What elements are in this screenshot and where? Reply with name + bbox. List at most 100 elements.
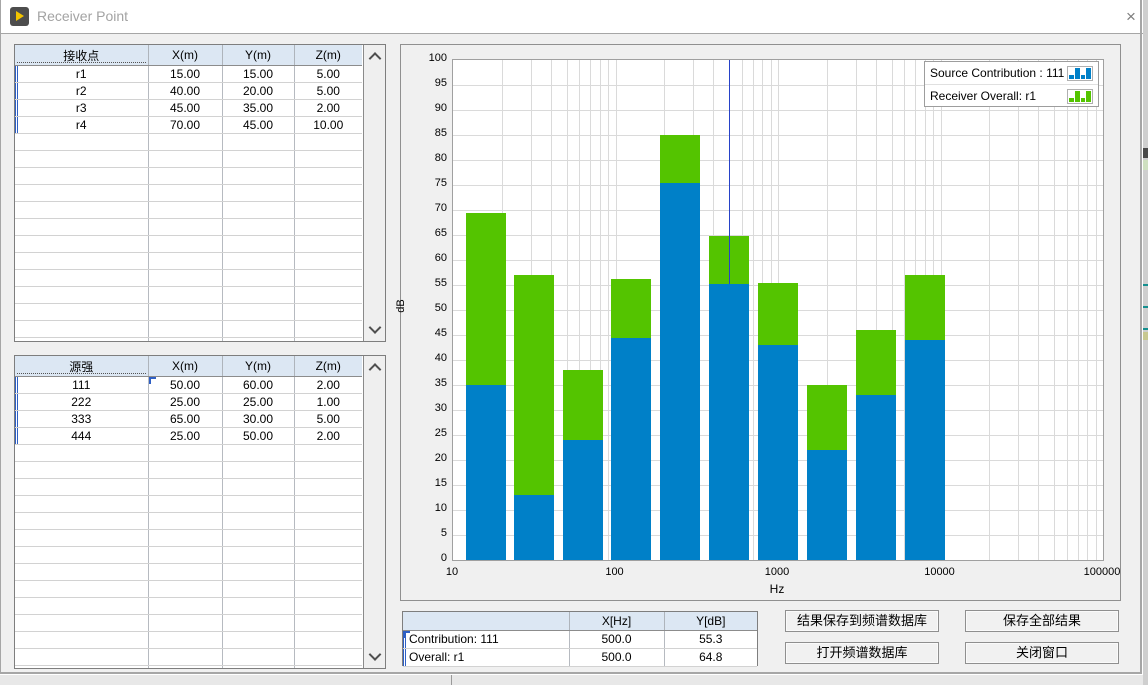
table-cell[interactable] xyxy=(294,270,362,287)
table-cell[interactable] xyxy=(15,219,148,236)
table-cell[interactable] xyxy=(15,547,148,564)
table-cell[interactable] xyxy=(294,202,362,219)
source-table-body[interactable]: 源强X(m)Y(m)Z(m)11150.0060.002.0022225.002… xyxy=(15,356,363,668)
table-cell[interactable]: 40.00 xyxy=(148,83,222,100)
table-cell[interactable] xyxy=(15,564,148,581)
table-cell[interactable] xyxy=(148,615,222,632)
table-cell[interactable] xyxy=(148,462,222,479)
table-cell[interactable] xyxy=(15,185,148,202)
table-cell[interactable] xyxy=(15,496,148,513)
table-cell[interactable] xyxy=(15,338,148,342)
table-cell[interactable] xyxy=(148,202,222,219)
table-cell[interactable] xyxy=(294,134,362,151)
receiver-table-body[interactable]: 接收点X(m)Y(m)Z(m)r115.0015.005.00r240.0020… xyxy=(15,45,363,341)
table-cell[interactable] xyxy=(148,632,222,649)
table-cell[interactable] xyxy=(294,530,362,547)
table-cell[interactable] xyxy=(294,185,362,202)
table-cell[interactable] xyxy=(294,151,362,168)
table-cell[interactable] xyxy=(294,445,362,462)
table-cell[interactable] xyxy=(148,338,222,342)
table-cell[interactable] xyxy=(15,479,148,496)
table-cell[interactable] xyxy=(15,287,148,304)
table-cell[interactable] xyxy=(294,564,362,581)
table-cell[interactable]: 55.3 xyxy=(664,631,757,649)
table-cell[interactable] xyxy=(148,219,222,236)
table-cell[interactable] xyxy=(148,598,222,615)
table-cell[interactable] xyxy=(15,151,148,168)
table-cell[interactable] xyxy=(15,530,148,547)
table-cell[interactable] xyxy=(222,151,294,168)
save-all-results-button[interactable]: 保存全部结果 xyxy=(965,610,1119,632)
table-cell[interactable] xyxy=(148,168,222,185)
table-cell[interactable] xyxy=(15,270,148,287)
table-cell[interactable]: r3 xyxy=(15,100,148,117)
table-cell[interactable] xyxy=(148,236,222,253)
table-cell[interactable] xyxy=(148,134,222,151)
table-cell[interactable] xyxy=(15,581,148,598)
table-cell[interactable]: 25.00 xyxy=(148,394,222,411)
table-cell[interactable]: 30.00 xyxy=(222,411,294,428)
plot-cursor-line[interactable] xyxy=(729,60,730,284)
table-cell[interactable]: 50.00 xyxy=(148,377,222,394)
table-cell[interactable] xyxy=(222,321,294,338)
table-cell[interactable]: 25.00 xyxy=(222,394,294,411)
table-cell[interactable] xyxy=(148,304,222,321)
legend-item-contribution[interactable]: Source Contribution : 111 xyxy=(925,62,1098,85)
table-cell[interactable] xyxy=(294,513,362,530)
table-cell[interactable]: 15.00 xyxy=(148,66,222,83)
table-cell[interactable] xyxy=(294,321,362,338)
table-cell[interactable] xyxy=(294,168,362,185)
table-cell[interactable]: 333 xyxy=(15,411,148,428)
table-cell[interactable] xyxy=(222,202,294,219)
table-cell[interactable]: 65.00 xyxy=(148,411,222,428)
table-cell[interactable] xyxy=(294,236,362,253)
table-cell[interactable]: 2.00 xyxy=(294,100,362,117)
table-cell[interactable] xyxy=(148,479,222,496)
table-cell[interactable] xyxy=(15,598,148,615)
table-cell[interactable]: 60.00 xyxy=(222,377,294,394)
table-cell[interactable]: 64.8 xyxy=(664,649,757,667)
table-cell[interactable] xyxy=(148,287,222,304)
table-cell[interactable] xyxy=(15,445,148,462)
table-cell[interactable] xyxy=(15,649,148,666)
table-cell[interactable] xyxy=(222,530,294,547)
table-cell[interactable] xyxy=(15,666,148,669)
table-cell[interactable] xyxy=(148,496,222,513)
table-cell[interactable]: 10.00 xyxy=(294,117,362,134)
table-cell[interactable] xyxy=(15,513,148,530)
table-cell[interactable] xyxy=(222,134,294,151)
table-cell[interactable] xyxy=(294,462,362,479)
table-cell[interactable] xyxy=(294,219,362,236)
table-cell[interactable]: 45.00 xyxy=(148,100,222,117)
table-cell[interactable] xyxy=(15,304,148,321)
table-cell[interactable]: 500.0 xyxy=(569,649,664,667)
table-cell[interactable]: 50.00 xyxy=(222,428,294,445)
table-cell[interactable] xyxy=(222,338,294,342)
table-cell[interactable]: 45.00 xyxy=(222,117,294,134)
table-cell[interactable] xyxy=(294,304,362,321)
table-cell[interactable] xyxy=(222,547,294,564)
table-cell[interactable] xyxy=(294,649,362,666)
table-cell[interactable] xyxy=(222,219,294,236)
table-cell[interactable] xyxy=(148,564,222,581)
table-cell[interactable] xyxy=(222,168,294,185)
close-icon[interactable]: × xyxy=(1120,6,1142,28)
table-cell[interactable] xyxy=(222,479,294,496)
table-cell[interactable] xyxy=(222,304,294,321)
table-cell[interactable] xyxy=(222,666,294,669)
table-cell[interactable]: 1.00 xyxy=(294,394,362,411)
table-cell[interactable] xyxy=(222,445,294,462)
cursor-readout-table[interactable]: X[Hz]Y[dB]Contribution: 111500.055.3Over… xyxy=(402,611,758,666)
save-to-spectrum-db-button[interactable]: 结果保存到频谱数据库 xyxy=(785,610,939,632)
table-cell[interactable] xyxy=(294,632,362,649)
table-cell[interactable] xyxy=(222,253,294,270)
legend-item-overall[interactable]: Receiver Overall: r1 xyxy=(925,85,1098,107)
table-cell[interactable] xyxy=(222,513,294,530)
table-cell[interactable]: 20.00 xyxy=(222,83,294,100)
table-cell[interactable] xyxy=(15,236,148,253)
table-cell[interactable] xyxy=(294,287,362,304)
table-cell[interactable] xyxy=(294,615,362,632)
source-strength-table[interactable]: 源强X(m)Y(m)Z(m)11150.0060.002.0022225.002… xyxy=(14,355,386,669)
table-cell[interactable] xyxy=(148,321,222,338)
table-cell[interactable] xyxy=(222,185,294,202)
